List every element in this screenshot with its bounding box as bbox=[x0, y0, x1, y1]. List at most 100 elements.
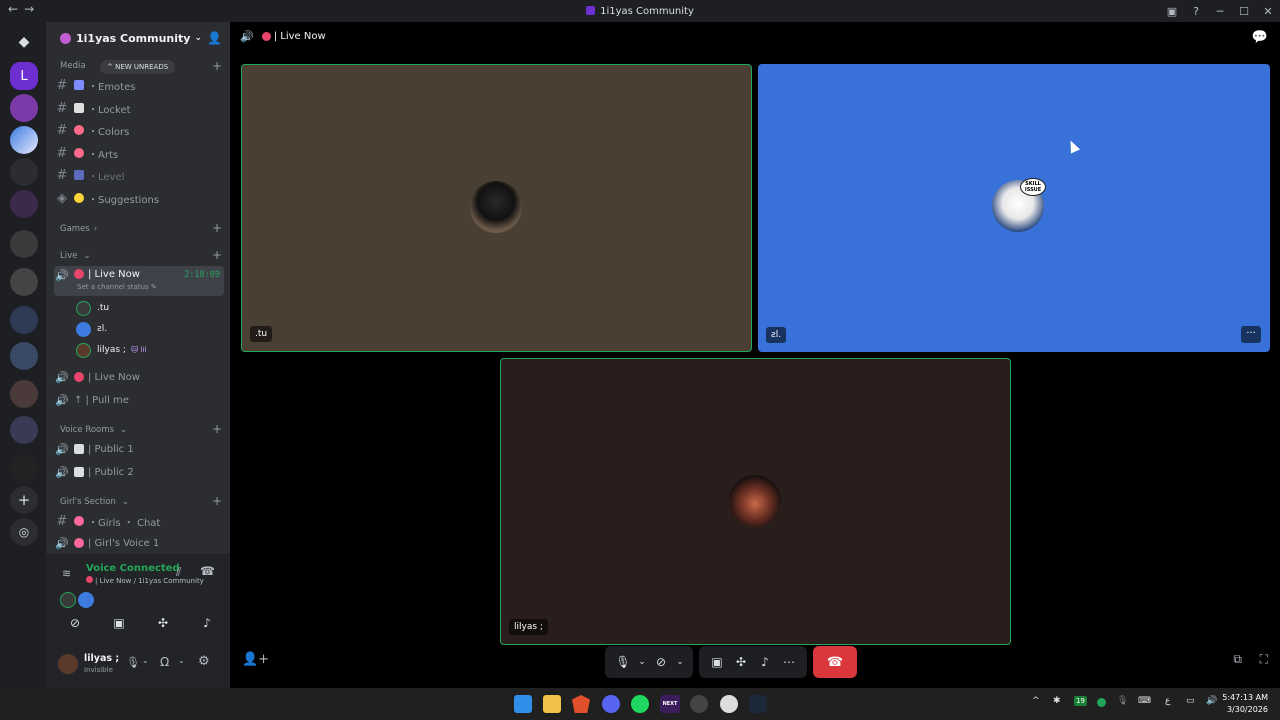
add-channel-icon[interactable]: + bbox=[212, 221, 222, 235]
connected-user-avatar[interactable] bbox=[60, 592, 76, 608]
tray-status-icon[interactable] bbox=[1097, 698, 1106, 707]
tray-badge-icon[interactable]: 19 bbox=[1074, 696, 1087, 706]
add-channel-icon[interactable]: + bbox=[212, 248, 222, 262]
help-icon[interactable]: ? bbox=[1184, 5, 1208, 18]
channel-colors[interactable]: # ・Colors bbox=[54, 120, 224, 140]
microphone-tray-icon[interactable]: 🎙 bbox=[1117, 696, 1128, 706]
server-folder-6[interactable] bbox=[10, 380, 38, 408]
category-voice-rooms[interactable]: Voice Rooms ⌄ bbox=[60, 425, 127, 435]
channel-level[interactable]: # ・Level bbox=[54, 165, 224, 185]
inbox-icon[interactable]: ▣ bbox=[1160, 5, 1184, 18]
discover-icon[interactable]: ◎ bbox=[10, 518, 38, 546]
video-tile-sl[interactable]: SKILL ISSUE ƨl. ··· bbox=[758, 64, 1270, 352]
invite-to-voice-icon[interactable]: 👤+ bbox=[242, 652, 269, 667]
popout-icon[interactable]: ⧉ bbox=[1233, 652, 1242, 667]
spotify-icon[interactable] bbox=[631, 695, 649, 713]
server-folder-4[interactable] bbox=[10, 306, 38, 334]
chevron-down-icon[interactable]: ⌄ bbox=[178, 656, 185, 665]
discord-home-icon[interactable]: ◆ bbox=[10, 28, 38, 56]
add-channel-icon[interactable]: + bbox=[212, 494, 222, 508]
close-button[interactable]: ✕ bbox=[1256, 5, 1280, 18]
add-server-icon[interactable]: + bbox=[10, 486, 38, 514]
video-tile-lilyas[interactable]: lilyas ; bbox=[500, 358, 1011, 645]
slack-icon[interactable]: ✱ bbox=[1053, 696, 1061, 706]
noise-suppression-icon[interactable]: ⫽ bbox=[176, 565, 181, 580]
screen-share-icon[interactable]: ▣ bbox=[705, 655, 729, 669]
user-avatar[interactable] bbox=[58, 654, 78, 674]
add-channel-icon[interactable]: + bbox=[212, 59, 222, 73]
steam-icon[interactable] bbox=[749, 695, 767, 713]
channel-status[interactable]: Set a channel status ✎ bbox=[77, 283, 157, 291]
keyboard-icon[interactable]: ⌨ bbox=[1138, 696, 1151, 706]
tile-more-options-button[interactable]: ··· bbox=[1241, 326, 1261, 343]
chevron-down-icon[interactable]: ⌄ bbox=[142, 656, 149, 665]
channel-suggestions[interactable]: ◈ ・Suggestions bbox=[54, 188, 224, 208]
language-indicator[interactable]: ع bbox=[1165, 696, 1170, 706]
soundboard-icon[interactable]: ♪ bbox=[753, 655, 777, 669]
category-games[interactable]: Games › bbox=[60, 224, 97, 234]
connection-signal-icon[interactable]: ≋ bbox=[62, 567, 71, 580]
voice-channel-live-now-active[interactable]: 🔊 | Live Now 2:18:09 Set a channel status… bbox=[54, 266, 224, 296]
server-folder-2[interactable] bbox=[10, 230, 38, 258]
voice-member-lilyas[interactable]: lilyas ; 🐱 lil bbox=[76, 340, 146, 360]
settings-app-icon[interactable] bbox=[720, 695, 738, 713]
screen-share-icon[interactable]: ▣ bbox=[102, 616, 136, 638]
minimize-button[interactable]: ─ bbox=[1208, 5, 1232, 18]
more-options-icon[interactable]: ⋯ bbox=[777, 655, 801, 669]
fullscreen-icon[interactable]: ⛶ bbox=[1260, 652, 1268, 667]
add-channel-icon[interactable]: + bbox=[212, 422, 222, 436]
user-name[interactable]: lilyas ; bbox=[84, 653, 119, 664]
video-tile-tu[interactable]: .tu bbox=[241, 64, 752, 352]
network-icon[interactable]: ▭ bbox=[1186, 696, 1195, 706]
chat-bubble-icon[interactable]: 💬 bbox=[1252, 30, 1268, 45]
category-media[interactable]: Media bbox=[60, 61, 86, 71]
headphones-icon[interactable]: Ω bbox=[160, 655, 169, 669]
tray-expand-icon[interactable]: ^ bbox=[1032, 696, 1040, 706]
chevron-down-icon[interactable]: ⌄ bbox=[673, 657, 687, 667]
server-folder-3[interactable] bbox=[10, 268, 38, 296]
server-folder-7[interactable] bbox=[10, 416, 38, 444]
microphone-icon[interactable]: 🎙 bbox=[611, 655, 635, 669]
app-next-icon[interactable]: NEXT bbox=[660, 695, 680, 713]
gear-icon[interactable]: ⚙ bbox=[198, 654, 210, 669]
camera-off-icon[interactable]: ⊘ bbox=[649, 655, 673, 669]
voice-status[interactable]: Voice Connected bbox=[86, 563, 180, 574]
volume-icon[interactable]: 🔊 bbox=[1206, 696, 1217, 706]
camera-off-icon[interactable]: ⊘ bbox=[58, 616, 92, 638]
voice-channel-pull-me[interactable]: 🔊 ↑ | Pull me bbox=[54, 390, 224, 410]
microphone-icon[interactable]: 🎙 bbox=[126, 656, 140, 669]
server-icon-2[interactable] bbox=[10, 94, 38, 122]
server-icon-4[interactable] bbox=[10, 158, 38, 186]
voice-member-sl[interactable]: ƨl. bbox=[76, 319, 107, 339]
channel-arts[interactable]: # ・Arts bbox=[54, 143, 224, 163]
file-explorer-icon[interactable] bbox=[543, 695, 561, 713]
server-folder-1[interactable] bbox=[10, 190, 38, 218]
new-unreads-pill[interactable]: ^ NEW UNREADS bbox=[100, 60, 176, 74]
activities-icon[interactable]: ✣ bbox=[146, 616, 180, 638]
voice-channel-public-1[interactable]: 🔊 | Public 1 bbox=[54, 439, 224, 459]
server-header[interactable]: 1i1yas Community ⌄ 👤 bbox=[46, 22, 230, 54]
maximize-button[interactable]: ☐ bbox=[1232, 5, 1256, 18]
disconnect-call-button[interactable]: ☎ bbox=[813, 646, 857, 678]
invite-people-icon[interactable]: 👤 bbox=[207, 31, 222, 45]
server-icon-5[interactable] bbox=[10, 454, 38, 482]
chevron-down-icon[interactable]: ⌄ bbox=[635, 657, 649, 667]
voice-channel-live-now-2[interactable]: 🔊 | Live Now bbox=[54, 367, 224, 387]
channel-girls-chat[interactable]: # ・Girls ・ Chat bbox=[54, 511, 224, 531]
disconnect-icon[interactable]: ☎ bbox=[200, 564, 215, 578]
windows-start-icon[interactable] bbox=[514, 695, 532, 713]
server-folder-5[interactable] bbox=[10, 342, 38, 370]
app-circle-icon[interactable] bbox=[690, 695, 708, 713]
discord-taskbar-icon[interactable] bbox=[602, 695, 620, 713]
voice-channel-girls-voice-1[interactable]: 🔊 | Girl's Voice 1 bbox=[54, 533, 224, 553]
connected-user-avatar[interactable] bbox=[78, 592, 94, 608]
voice-member-tu[interactable]: .tu bbox=[76, 298, 109, 318]
system-clock[interactable]: 5:47:13 AM 3/30/2026 bbox=[1222, 692, 1268, 716]
activities-icon[interactable]: ✣ bbox=[729, 655, 753, 669]
channel-emotes[interactable]: # ・Emotes bbox=[54, 75, 224, 95]
soundboard-icon[interactable]: ♪ bbox=[190, 616, 224, 638]
brave-browser-icon[interactable] bbox=[572, 695, 590, 713]
channel-locket[interactable]: # ・Locket bbox=[54, 98, 224, 118]
category-girls-section[interactable]: Girl's Section ⌄ bbox=[60, 497, 129, 507]
server-icon-1i1yas[interactable]: L bbox=[10, 62, 38, 90]
